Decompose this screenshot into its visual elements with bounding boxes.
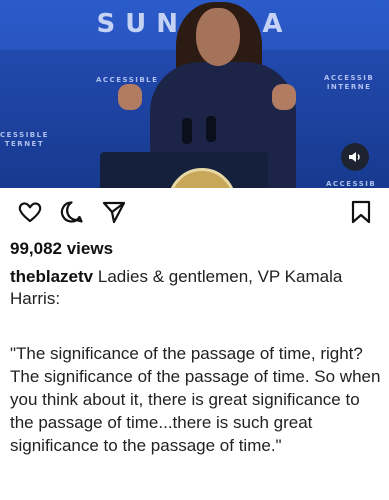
microphone xyxy=(182,118,192,144)
save-button[interactable] xyxy=(350,200,372,229)
post-action-bar xyxy=(0,196,389,230)
heart-outline-icon xyxy=(18,202,42,223)
caption-username[interactable]: theblazetv xyxy=(10,267,93,286)
caption-quote: "The significance of the passage of time… xyxy=(10,344,381,455)
comment-button[interactable] xyxy=(59,200,85,229)
view-count: 99,082 views xyxy=(10,239,114,258)
backdrop-sign: ACCESSIB xyxy=(326,180,377,188)
speaker-hand-left xyxy=(118,84,142,110)
backdrop-sign: ACCESSIB INTERNE xyxy=(324,74,375,91)
mute-toggle-button[interactable] xyxy=(341,143,369,171)
speaker-icon xyxy=(349,152,360,162)
microphone xyxy=(206,116,216,142)
like-button[interactable] xyxy=(17,200,43,229)
comment-outline-icon xyxy=(60,201,83,223)
speaker-hand-right xyxy=(272,84,296,110)
send-paper-plane-icon xyxy=(102,201,126,224)
bookmark-outline-icon xyxy=(351,200,371,224)
speaker-face xyxy=(196,8,240,66)
post-caption: theblazetv Ladies & gentlemen, VP Kamala… xyxy=(10,266,380,310)
share-button[interactable] xyxy=(102,200,126,229)
post-video[interactable]: SUNS LA ACCESSIBLE IN ACCESSIB INTERNE C… xyxy=(0,0,389,188)
backdrop-sign: CESSIBLE TERNET xyxy=(0,131,49,148)
